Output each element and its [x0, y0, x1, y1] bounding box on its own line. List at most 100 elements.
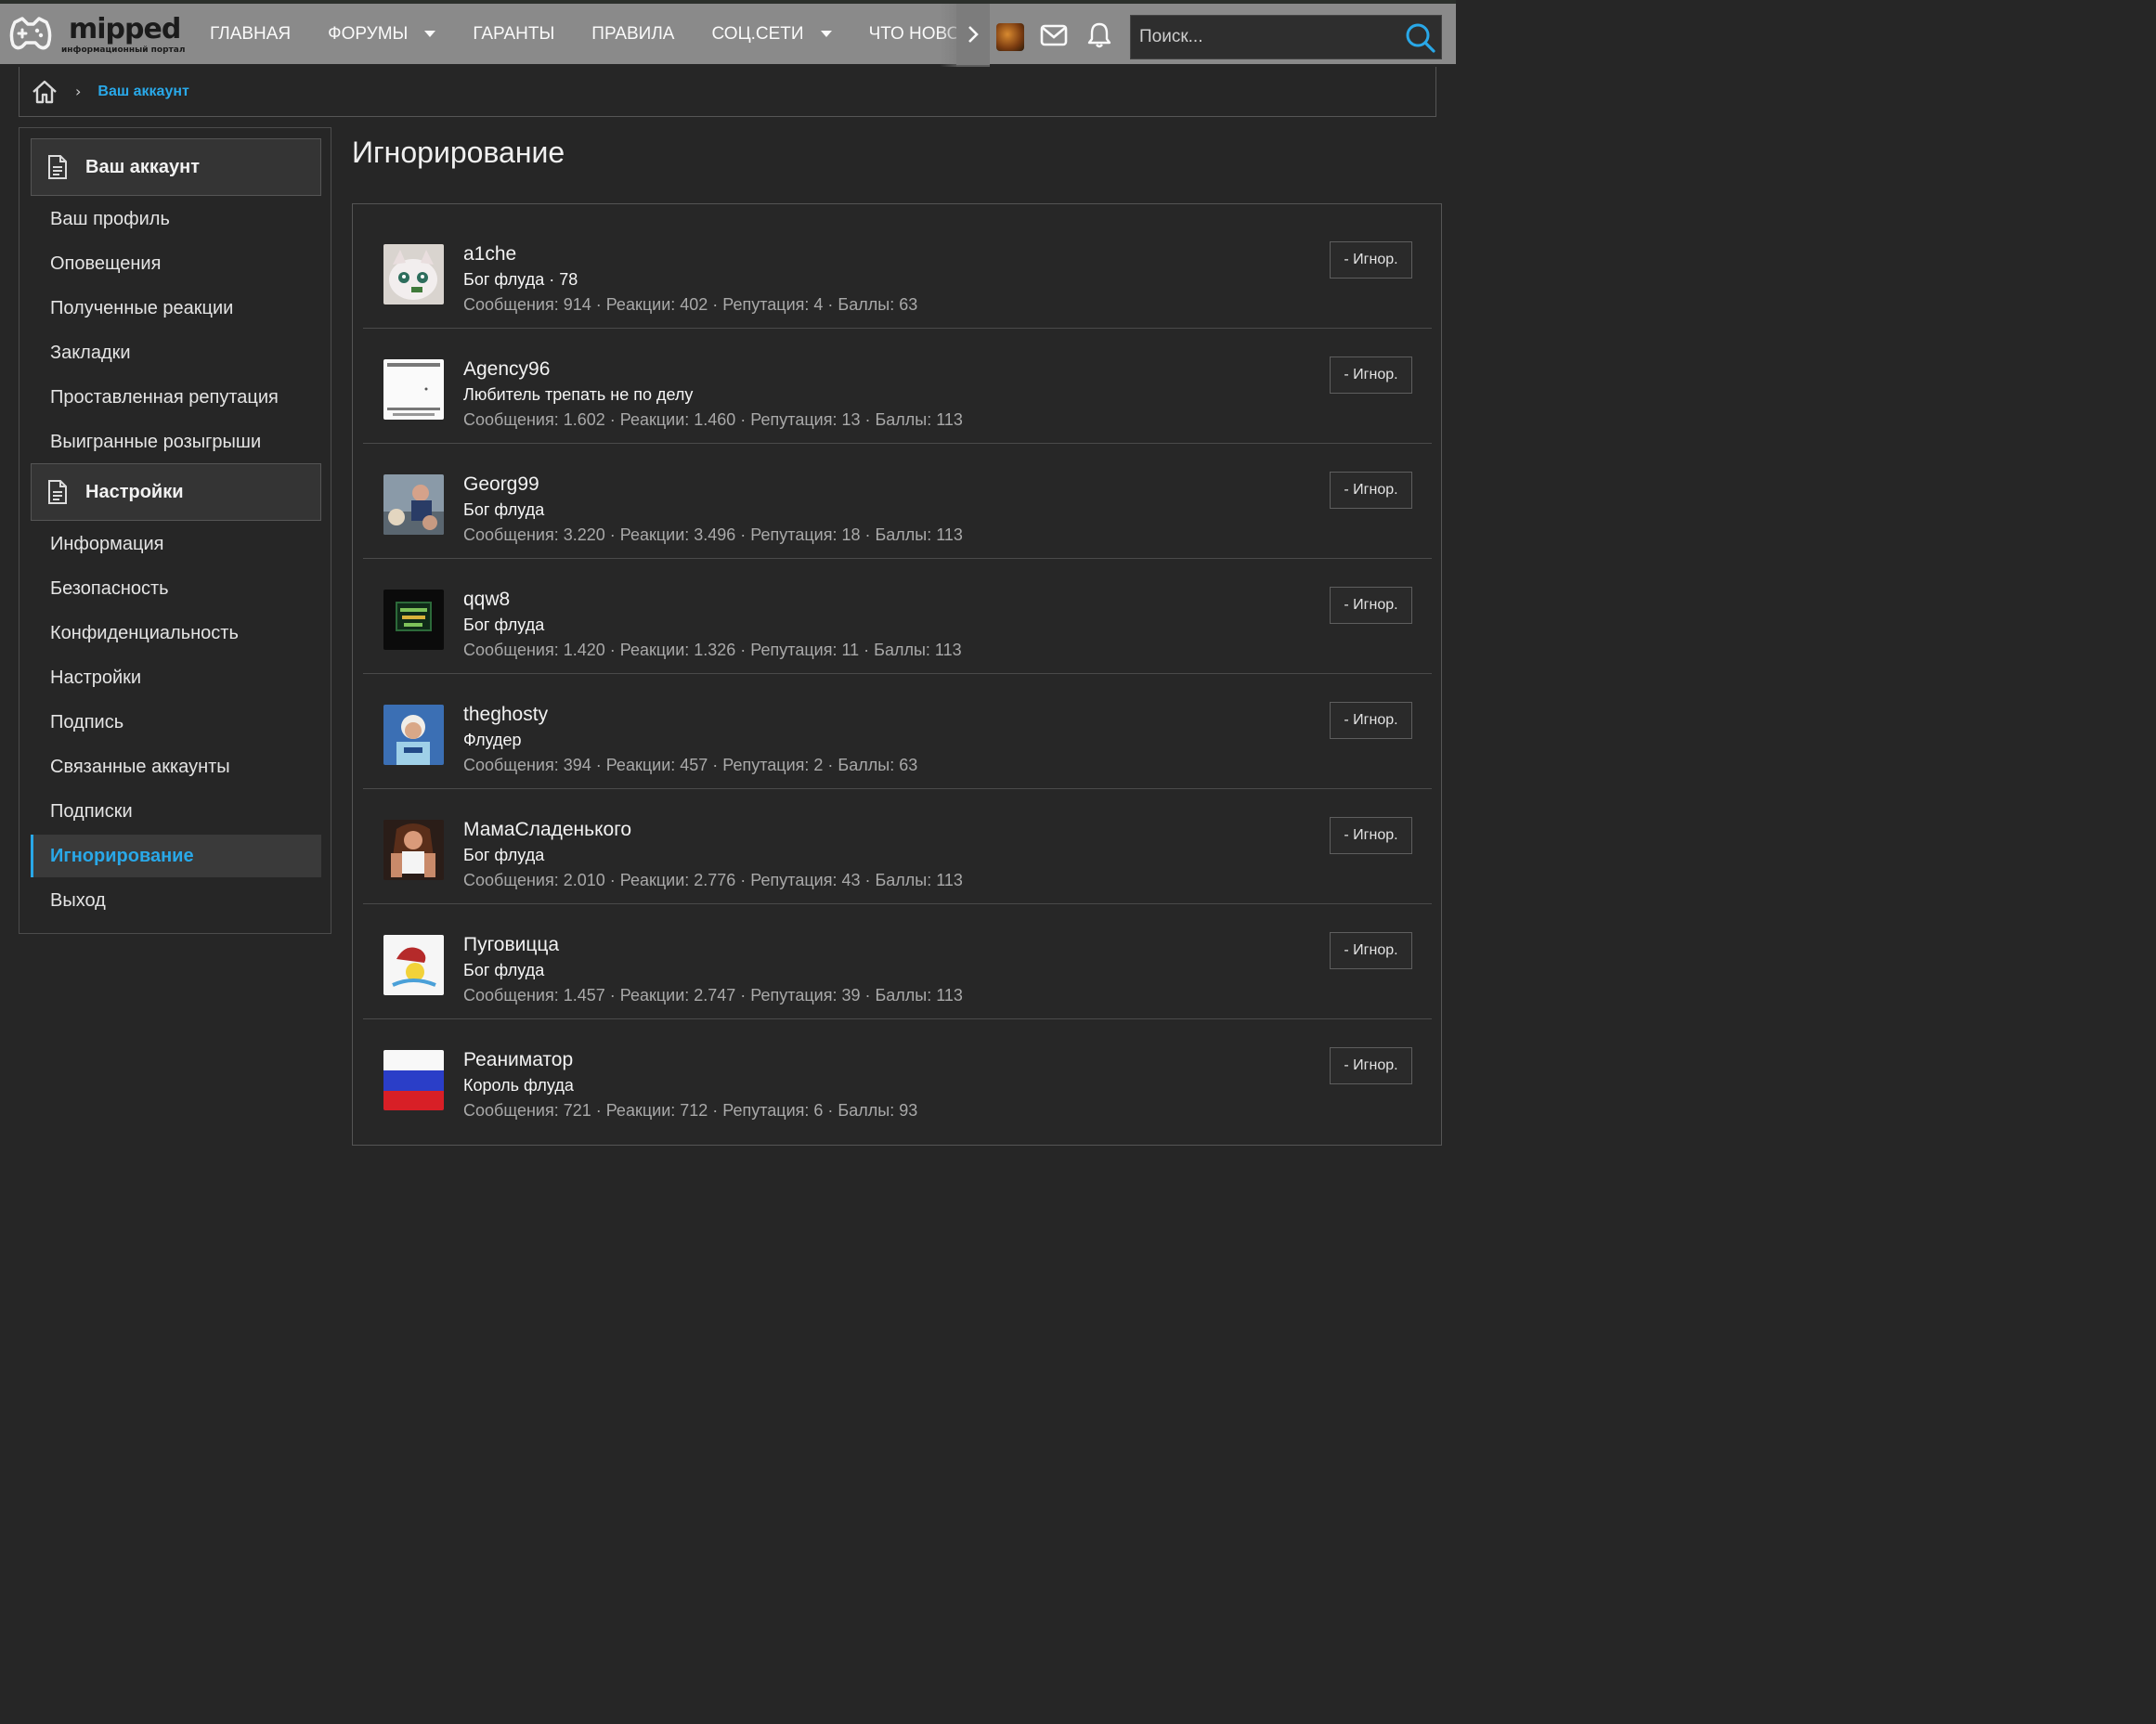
sidebar-item-ignoring[interactable]: Игнорирование [31, 835, 321, 877]
sidebar-section-title: Ваш аккаунт [85, 156, 201, 177]
user-avatar[interactable] [383, 820, 444, 880]
user-stats: Сообщения: 914 · Реакции: 402 · Репутаци… [463, 295, 918, 314]
user-avatar[interactable] [383, 935, 444, 995]
search-box [1130, 15, 1442, 59]
nav-scroll-right-button[interactable] [956, 4, 990, 69]
user-avatar[interactable] [383, 474, 444, 535]
home-icon[interactable] [31, 79, 58, 105]
user-name[interactable]: qqw8 [463, 589, 510, 611]
nav-rules[interactable]: ПРАВИЛА [573, 4, 693, 64]
user-title: Бог флуда [463, 616, 545, 634]
nav-home[interactable]: ГЛАВНАЯ [191, 4, 309, 64]
list-item: theghosty Флудер Сообщения: 394 · Реакци… [363, 674, 1432, 789]
nav-social[interactable]: СОЦ.СЕТИ [693, 4, 850, 64]
top-header: mipped информационный портал ГЛАВНАЯ ФОР… [0, 0, 1456, 69]
list-item: Agency96 Любитель трепать не по делу Соо… [363, 329, 1432, 444]
sidebar-item-profile[interactable]: Ваш профиль [31, 198, 321, 240]
unignore-button[interactable]: - Игнор. [1330, 932, 1412, 969]
caret-down-icon[interactable] [820, 31, 832, 37]
user-avatar[interactable] [996, 23, 1024, 51]
user-name[interactable]: theghosty [463, 704, 548, 726]
unignore-button[interactable]: - Игнор. [1330, 817, 1412, 854]
list-item: МамаСладенького Бог флуда Сообщения: 2.0… [363, 789, 1432, 904]
user-title: Бог флуда [463, 961, 545, 979]
chevron-right-icon [968, 26, 979, 43]
sidebar-item-signature[interactable]: Подпись [31, 701, 321, 744]
user-avatar[interactable] [383, 590, 444, 650]
unignore-button[interactable]: - Игнор. [1330, 587, 1412, 624]
user-title: Бог флуда · 78 [463, 270, 578, 289]
user-name[interactable]: a1che [463, 243, 516, 266]
ignored-users-list: a1che Бог флуда · 78 Сообщения: 914 · Ре… [352, 203, 1442, 1146]
user-name[interactable]: МамаСладенького [463, 819, 631, 841]
search-button[interactable] [1404, 21, 1437, 55]
sidebar-section-title: Настройки [85, 481, 184, 502]
sidebar-item-giveaways[interactable]: Выигранные розыгрыши [31, 421, 321, 463]
list-item: a1che Бог флуда · 78 Сообщения: 914 · Ре… [363, 214, 1432, 329]
user-name[interactable]: Agency96 [463, 358, 550, 381]
avatar-image [383, 705, 444, 765]
sidebar-item-privacy[interactable]: Конфиденциальность [31, 612, 321, 655]
nav-social-label: СОЦ.СЕТИ [711, 23, 804, 44]
list-item: Пуговицца Бог флуда Сообщения: 1.457 · Р… [363, 904, 1432, 1019]
user-avatar[interactable] [383, 1050, 444, 1110]
user-avatar[interactable] [383, 359, 444, 420]
user-stats: Сообщения: 1.602 · Реакции: 1.460 · Репу… [463, 410, 963, 429]
sidebar-item-subscriptions[interactable]: Подписки [31, 790, 321, 833]
logo-wordmark: mipped [69, 13, 181, 45]
user-name[interactable]: Реаниматор [463, 1049, 573, 1071]
search-input[interactable] [1131, 16, 1400, 58]
sidebar-item-logout[interactable]: Выход [31, 879, 321, 922]
nav-forums[interactable]: ФОРУМЫ [309, 4, 454, 64]
avatar-image [383, 820, 444, 880]
unignore-button[interactable]: - Игнор. [1330, 356, 1412, 394]
breadcrumb-current[interactable]: Ваш аккаунт [97, 84, 188, 100]
nav-guarantors-label: ГАРАНТЫ [473, 23, 555, 44]
sidebar-item-information[interactable]: Информация [31, 523, 321, 565]
page-title: Игнорирование [352, 136, 565, 169]
nav-forums-label: ФОРУМЫ [328, 23, 409, 44]
russian-flag-icon [383, 1050, 444, 1110]
site-logo[interactable]: mipped информационный портал [7, 13, 185, 59]
user-name[interactable]: Пуговицца [463, 934, 559, 956]
sidebar-item-reputation[interactable]: Проставленная репутация [31, 376, 321, 419]
bell-icon [1087, 22, 1111, 48]
unignore-button[interactable]: - Игнор. [1330, 241, 1412, 279]
user-title: Бог флуда [463, 500, 545, 519]
user-stats: Сообщения: 1.420 · Реакции: 1.326 · Репу… [463, 641, 962, 659]
list-item: qqw8 Бог флуда Сообщения: 1.420 · Реакци… [363, 559, 1432, 674]
alerts-button[interactable] [1084, 20, 1114, 50]
user-stats: Сообщения: 394 · Реакции: 457 · Репутаци… [463, 756, 918, 774]
nav-rules-label: ПРАВИЛА [591, 23, 675, 44]
inbox-button[interactable] [1039, 20, 1069, 50]
search-icon [1406, 23, 1435, 53]
sidebar-item-reactions[interactable]: Полученные реакции [31, 287, 321, 330]
sidebar-item-bookmarks[interactable]: Закладки [31, 331, 321, 374]
user-stats: Сообщения: 2.010 · Реакции: 2.776 · Репу… [463, 871, 963, 889]
avatar-image [383, 474, 444, 535]
document-icon [48, 480, 67, 504]
sidebar-item-connected-accounts[interactable]: Связанные аккаунты [31, 745, 321, 788]
user-title: Любитель трепать не по делу [463, 385, 694, 404]
user-title: Флудер [463, 731, 522, 749]
chevron-right-icon: › [75, 83, 82, 100]
sidebar-item-preferences[interactable]: Настройки [31, 656, 321, 699]
sidebar-item-security[interactable]: Безопасность [31, 567, 321, 610]
main-nav: ГЛАВНАЯ ФОРУМЫ ГАРАНТЫ ПРАВИЛА СОЦ.СЕТИ … [191, 4, 979, 64]
user-title: Бог флуда [463, 846, 545, 864]
sidebar-item-alerts[interactable]: Оповещения [31, 242, 321, 285]
list-item: Georg99 Бог флуда Сообщения: 3.220 · Реа… [363, 444, 1432, 559]
avatar-image [383, 590, 444, 650]
nav-guarantors[interactable]: ГАРАНТЫ [454, 4, 573, 64]
avatar-image [383, 244, 444, 305]
avatar-image [383, 935, 444, 995]
unignore-button[interactable]: - Игнор. [1330, 702, 1412, 739]
user-avatar[interactable] [383, 244, 444, 305]
user-name[interactable]: Georg99 [463, 473, 539, 496]
unignore-button[interactable]: - Игнор. [1330, 472, 1412, 509]
caret-down-icon[interactable] [424, 31, 436, 37]
user-stats: Сообщения: 3.220 · Реакции: 3.496 · Репу… [463, 525, 963, 544]
unignore-button[interactable]: - Игнор. [1330, 1047, 1412, 1084]
user-avatar[interactable] [383, 705, 444, 765]
document-icon [48, 155, 67, 179]
